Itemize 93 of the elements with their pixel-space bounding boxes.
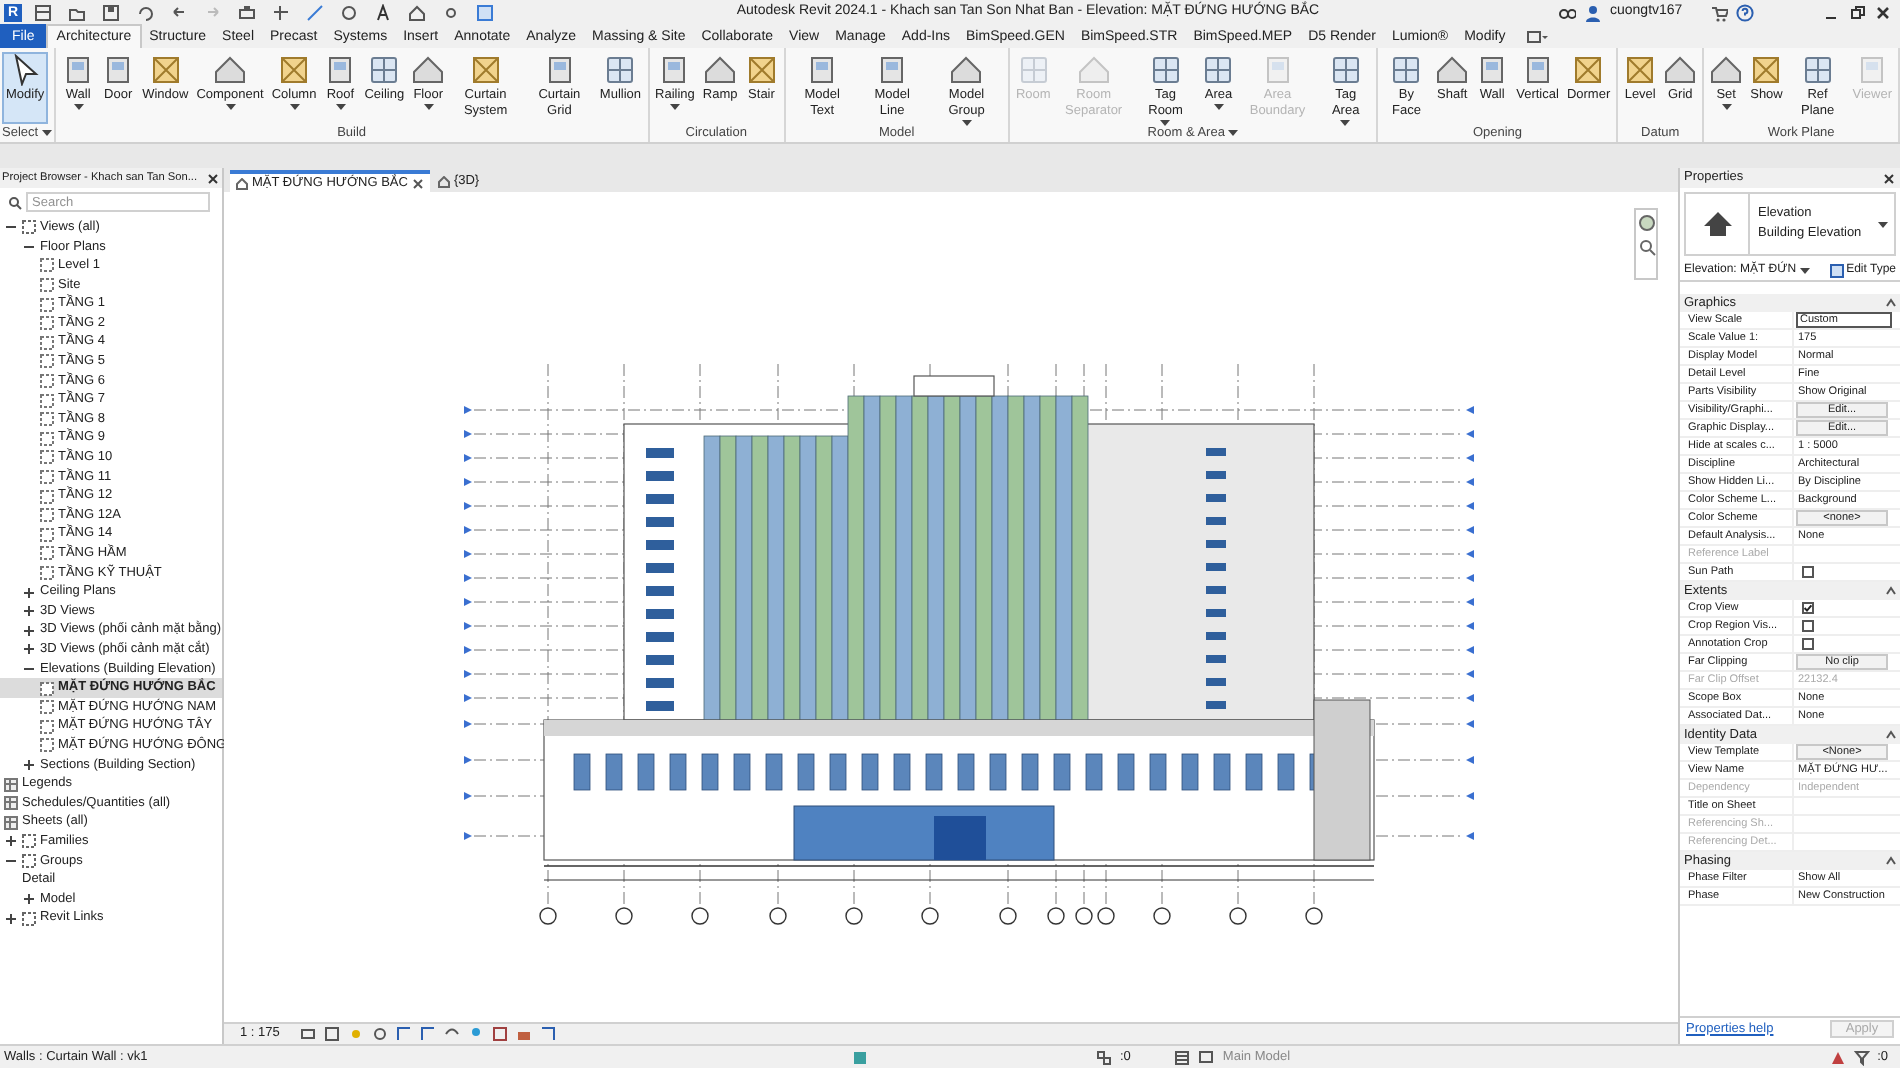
tool-icon (1476, 54, 1509, 86)
panel-toggle-icon[interactable] (1525, 28, 1550, 46)
tool-icon (102, 54, 135, 86)
cursor-icon (9, 54, 42, 86)
search-icon (8, 195, 22, 209)
edit-type-icon (1830, 263, 1845, 277)
folder-icon (22, 220, 36, 235)
wheel-icon[interactable] (1637, 214, 1655, 232)
tool-icon (278, 54, 311, 86)
filter-icon[interactable] (1853, 1049, 1870, 1065)
binoculars-icon[interactable] (1558, 3, 1576, 21)
house-icon (236, 177, 248, 189)
text-icon[interactable] (374, 3, 392, 21)
table-icon[interactable] (1174, 1049, 1191, 1065)
expand-icon[interactable] (22, 585, 36, 600)
tool-icon (412, 54, 445, 86)
expand-icon[interactable] (22, 604, 36, 619)
expand-icon[interactable] (22, 623, 36, 638)
dropdown-caret-icon (1800, 267, 1811, 273)
tool-icon (1664, 54, 1697, 86)
tool-icon (1390, 54, 1423, 86)
tool-icon (543, 54, 576, 86)
house-icon (437, 175, 450, 187)
crop-region-icon[interactable] (539, 1026, 556, 1042)
close-icon[interactable] (1874, 3, 1892, 21)
tool-icon (950, 54, 983, 86)
tool-icon (1077, 54, 1110, 86)
panel-icon[interactable] (476, 3, 494, 21)
tool-icon (1624, 54, 1657, 86)
tool-icon (149, 54, 182, 86)
tool-icon (1801, 54, 1834, 86)
tool-icon (1572, 54, 1605, 86)
sync-icon[interactable] (136, 3, 154, 21)
tool-icon (1202, 54, 1235, 86)
line-icon[interactable] (306, 3, 324, 21)
cart-icon[interactable] (1710, 3, 1728, 21)
save-icon[interactable] (102, 3, 120, 21)
folder-icon (22, 911, 36, 926)
tool-icon (1436, 54, 1469, 86)
person-icon[interactable] (1584, 3, 1602, 21)
tool-icon (368, 54, 401, 86)
restore-icon[interactable] (1848, 3, 1866, 21)
house-icon[interactable] (408, 3, 426, 21)
tool-icon (1017, 54, 1050, 86)
panel-menu-caret-icon[interactable] (42, 130, 53, 136)
checkbox[interactable] (1802, 602, 1814, 614)
expand-icon[interactable] (22, 642, 36, 657)
checkbox[interactable] (1802, 638, 1814, 650)
expand-icon[interactable] (22, 757, 36, 772)
collapse-icon[interactable] (1886, 586, 1896, 596)
plus-icon[interactable] (272, 3, 290, 21)
house-icon (1701, 210, 1733, 238)
dropdown-caret-icon (1878, 221, 1888, 227)
tool-icon (324, 54, 357, 86)
tool-icon (1750, 54, 1783, 86)
zoom-icon[interactable] (1637, 238, 1655, 256)
checkbox[interactable] (1802, 620, 1814, 632)
expand-icon[interactable] (4, 911, 18, 926)
table-icon (4, 796, 18, 811)
close-icon[interactable] (1882, 171, 1896, 185)
tool-icon (1856, 54, 1889, 86)
close-icon[interactable] (206, 171, 220, 185)
tool-icon (1521, 54, 1554, 86)
circle-icon[interactable] (340, 3, 358, 21)
tool-icon (214, 54, 246, 86)
tool-icon (62, 54, 95, 86)
tool-icon (604, 54, 637, 86)
tool-icon (1149, 54, 1182, 86)
checkbox[interactable] (1802, 566, 1814, 578)
navigation-bar[interactable] (1634, 208, 1658, 280)
panel-menu-caret-icon[interactable] (1228, 130, 1239, 136)
tool-icon (1329, 54, 1362, 86)
undo-icon[interactable] (170, 3, 188, 21)
expand-icon[interactable] (4, 834, 18, 849)
tool-icon (806, 54, 839, 86)
close-icon[interactable] (411, 177, 424, 189)
tool-icon (876, 54, 909, 86)
open-folder-icon[interactable] (68, 3, 86, 21)
tool-icon (704, 54, 737, 86)
tool-icon (1261, 54, 1294, 86)
table-icon (4, 815, 18, 830)
tool-icon (745, 54, 778, 86)
collapse-icon[interactable] (1886, 856, 1896, 866)
tool-icon (658, 54, 691, 86)
expand-icon[interactable] (22, 892, 36, 907)
design-options-icon[interactable] (1096, 1049, 1112, 1065)
print-icon[interactable] (238, 3, 256, 21)
tool-icon (469, 54, 502, 86)
collapse-icon[interactable] (1886, 730, 1896, 740)
collapse-icon[interactable] (1886, 298, 1896, 308)
table-icon (4, 777, 18, 792)
tool-icon (1710, 54, 1743, 86)
help-icon[interactable] (1736, 3, 1754, 21)
